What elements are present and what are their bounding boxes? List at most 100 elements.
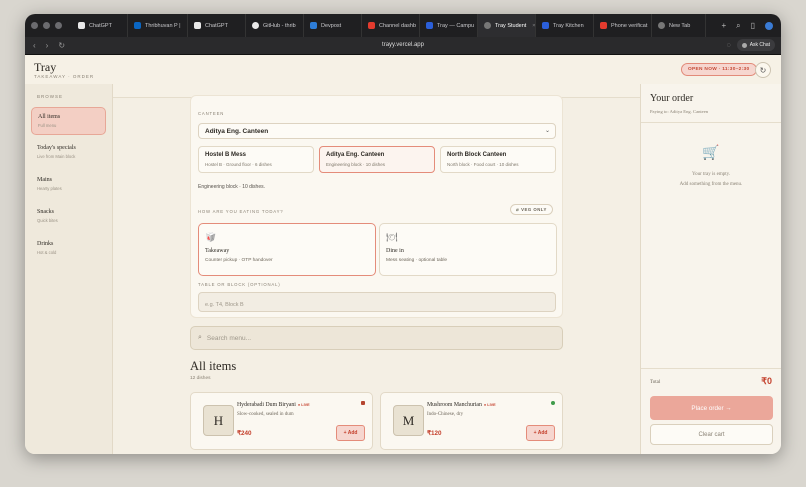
reload-icon[interactable]: ↻ <box>58 41 65 50</box>
shield-icon[interactable]: ◌ <box>727 42 731 49</box>
browser-tab[interactable]: New Tab <box>652 14 706 37</box>
plate-cutlery-icon: 🍽 <box>386 232 398 242</box>
sidebar-item-sub: Full menu <box>38 123 57 128</box>
canteen-card: CANTEEN Aditya Eng. Canteen ⌄ Hostel B Me… <box>190 95 563 318</box>
sidebar-item-all-items[interactable]: All items Full menu <box>31 107 106 135</box>
search-icon: ⌕ <box>198 334 202 341</box>
live-badge: ● LIVE <box>483 403 496 407</box>
maximize-window-button[interactable] <box>55 22 62 29</box>
url-field[interactable]: trayy.vercel.app <box>25 42 781 48</box>
tab-label: ChatGPT <box>89 22 112 29</box>
brand-logo[interactable]: Tray <box>34 60 56 75</box>
mode-sub: Mess seating · optional table <box>386 258 448 263</box>
section-count: 12 dishes <box>190 376 211 381</box>
tab-label: Tray Student <box>495 22 527 29</box>
dish-card[interactable]: M Mushroom Manchurian ● LIVE Indo-Chinese… <box>380 392 563 450</box>
mode-dine-in[interactable]: 🍽 Dine in Mess seating · optional table <box>379 223 557 276</box>
tab-favicon <box>426 22 433 29</box>
tab-label: Channel dashb <box>379 22 417 29</box>
browser-tab[interactable]: ChatGPT <box>72 14 128 37</box>
canteen-option-hostel-b[interactable]: Hostel B Mess Hostel B · Ground floor · 6… <box>198 146 314 173</box>
browser-tab[interactable]: Phone verificat <box>594 14 652 37</box>
table-label: TABLE OR BLOCK (OPTIONAL) <box>198 282 281 287</box>
refresh-icon: ↻ <box>759 65 767 75</box>
sidebar-item-title: All items <box>38 114 61 120</box>
search-tabs-icon[interactable]: ⌕ <box>736 21 740 31</box>
total-value: ₹0 <box>761 376 772 386</box>
mode-takeaway[interactable]: 🥡 Takeaway Counter pickup · OTP handover <box>198 223 376 276</box>
clear-cart-button[interactable]: Clear cart <box>650 424 773 445</box>
sidebar-item-mains[interactable]: Mains Hearty plates <box>31 171 106 199</box>
dish-price: ₹120 <box>427 430 442 437</box>
canteen-option-sub: North block · Food court · 10 dishes <box>447 162 519 167</box>
browser-tab[interactable]: ChatGPT <box>188 14 246 37</box>
canteen-option-aditya[interactable]: Aditya Eng. Canteen Engineering block · 1… <box>319 146 435 173</box>
close-window-button[interactable] <box>31 22 38 29</box>
sidebar-item-title: Drinks <box>37 241 54 247</box>
open-status-badge: OPEN NOW · 11:30–2:30 <box>681 63 757 76</box>
tab-label: GitHub - thrib <box>263 22 296 29</box>
veg-only-toggle[interactable]: ⌀ VEG ONLY <box>510 204 553 215</box>
canteen-option-sub: Engineering block · 10 dishes <box>326 162 386 167</box>
sidebar-item-specials[interactable]: Today's specials Live from Main block <box>31 139 106 167</box>
extensions-icon[interactable]: ▯ <box>751 21 755 30</box>
browser-tab[interactable]: GitHub - thrib <box>246 14 304 37</box>
browser-tab[interactable]: Tray — Campu <box>420 14 478 37</box>
search-input[interactable] <box>206 334 562 342</box>
profile-avatar[interactable] <box>765 21 773 30</box>
back-icon[interactable]: ‹ <box>33 41 36 50</box>
sidebar-item-snacks[interactable]: Snacks Quick bites <box>31 203 106 231</box>
dish-name: Hyderabadi Dum Biryani ● LIVE <box>237 402 310 408</box>
browser-tab[interactable]: Devpost <box>304 14 362 37</box>
menu-search[interactable]: ⌕ <box>190 326 563 350</box>
sidebar-item-drinks[interactable]: Drinks Hot & cold <box>31 235 106 263</box>
refresh-button[interactable]: ↻ <box>755 62 771 78</box>
canteen-select[interactable]: Aditya Eng. Canteen ⌄ <box>198 123 556 139</box>
browser-tab-active[interactable]: Tray Student × <box>478 14 536 37</box>
tab-bar: ChatGPT Thribhuvan P | ChatGPT GitHub - … <box>25 14 781 37</box>
takeaway-box-icon: 🥡 <box>205 232 217 242</box>
forward-icon[interactable]: › <box>46 41 49 50</box>
browser-tab[interactable]: Thribhuvan P | <box>128 14 188 37</box>
empty-cart-text: Your tray is empty. <box>691 172 731 177</box>
sidebar-item-sub: Hearty plates <box>37 186 62 191</box>
table-input-wrapper <box>198 292 556 314</box>
canteen-info: Engineering block · 10 dishes. <box>198 184 265 190</box>
canteen-option-name: North Block Canteen <box>447 152 507 158</box>
tab-favicon <box>310 22 317 29</box>
tab-label: Tray — Campu <box>437 22 475 29</box>
dish-thumbnail: H <box>203 405 234 436</box>
canteen-select-value: Aditya Eng. Canteen <box>205 128 269 135</box>
minimize-window-button[interactable] <box>43 22 50 29</box>
place-order-button[interactable]: Place order → <box>650 396 773 420</box>
dish-name-text: Hyderabadi Dum Biryani <box>237 402 296 408</box>
tab-favicon <box>194 22 201 29</box>
browser-tab[interactable]: Tray Kitchen <box>536 14 594 37</box>
leaf-icon: ⌀ <box>516 206 520 212</box>
divider <box>641 368 781 369</box>
tab-label: New Tab <box>669 22 691 29</box>
canteen-option-sub: Hostel B · Ground floor · 6 dishes <box>205 162 272 167</box>
dish-card[interactable]: H Hyderabadi Dum Biryani ● LIVE Slow-cook… <box>190 392 373 450</box>
new-tab-button[interactable]: + <box>721 21 726 30</box>
add-to-cart-button[interactable]: + Add <box>336 425 365 441</box>
canteen-option-name: Hostel B Mess <box>205 152 247 158</box>
sidebar-item-sub: Quick bites <box>37 218 58 223</box>
chevron-down-icon: ⌄ <box>544 128 550 134</box>
main-content: CANTEEN Aditya Eng. Canteen ⌄ Hostel B Me… <box>113 84 640 454</box>
cart-icon: 🛒 <box>702 144 720 160</box>
sidebar-item-title: Today's specials <box>37 145 76 151</box>
tab-label: Tray Kitchen <box>553 22 584 29</box>
tab-label: ChatGPT <box>205 22 228 29</box>
table-input[interactable] <box>199 296 555 314</box>
ask-chat-label: Ask Chat <box>749 42 770 48</box>
browser-tab[interactable]: Channel dashb <box>362 14 420 37</box>
ask-chat-button[interactable]: Ask Chat <box>736 39 775 51</box>
canteen-label: CANTEEN <box>198 111 225 116</box>
canteen-option-north-block[interactable]: North Block Canteen North block · Food co… <box>440 146 556 173</box>
youtube-icon <box>368 22 375 29</box>
tab-label: Thribhuvan P | <box>145 22 181 29</box>
add-to-cart-button[interactable]: + Add <box>526 425 555 441</box>
nonveg-indicator-icon <box>361 401 365 405</box>
address-actions: ◌ Ask Chat <box>727 39 775 51</box>
